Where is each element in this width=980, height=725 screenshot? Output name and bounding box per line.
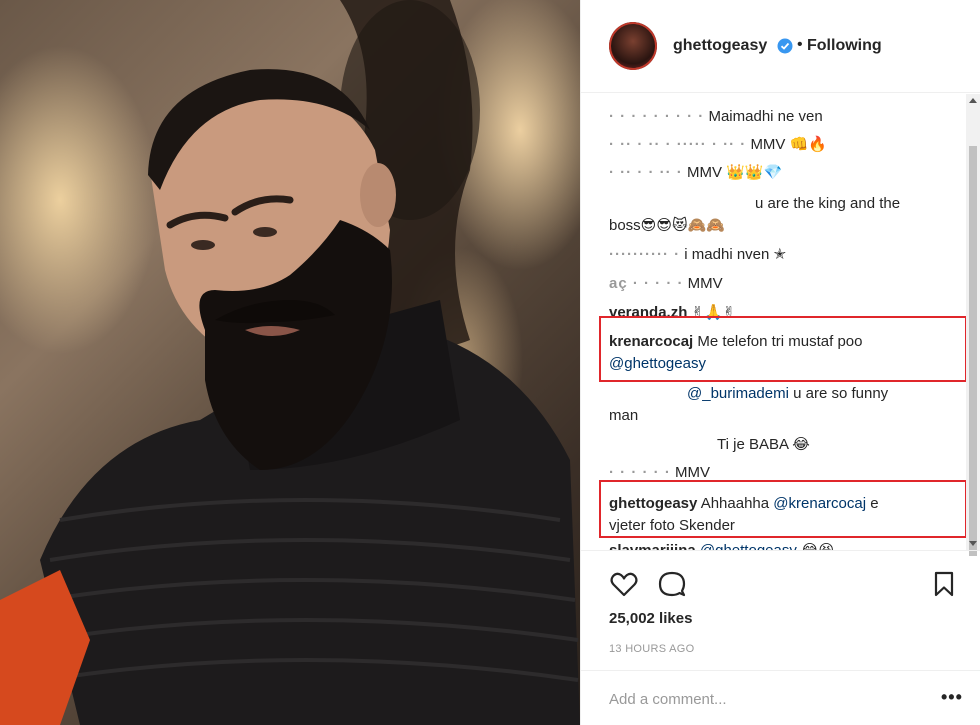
comment-text: i madhi nven ✭ bbox=[684, 246, 787, 263]
scroll-down-arrow-icon[interactable] bbox=[969, 541, 977, 546]
add-comment-input[interactable] bbox=[609, 687, 909, 711]
more-options-icon[interactable]: ••• bbox=[941, 687, 963, 708]
verified-badge-icon bbox=[777, 38, 793, 54]
comment-text-line2: boss😎😎😻🙈🙈 bbox=[609, 217, 725, 234]
comment-text: u are so funny bbox=[793, 385, 889, 402]
comment-text: Maimadhi ne ven bbox=[708, 108, 823, 125]
comment-text: 😂😆 bbox=[801, 542, 834, 550]
comment-item: aç · · · · · MMV bbox=[609, 273, 959, 295]
avatar-ring bbox=[609, 22, 657, 70]
comment-item: · · · · · · · · · Maimadhi ne ven bbox=[609, 106, 959, 128]
comment-item: u are the king and the boss😎😎😻🙈🙈 bbox=[609, 193, 959, 237]
comment-item: slavmarijina @ghettogeasy 😂😆 bbox=[609, 540, 959, 550]
separator-dot: • bbox=[797, 36, 803, 53]
comment-text: MMV 👑👑💎 bbox=[686, 164, 783, 181]
comment-text-after: e bbox=[870, 495, 879, 512]
avatar[interactable] bbox=[609, 22, 657, 70]
add-comment-bar: ••• bbox=[581, 670, 980, 725]
scroll-up-arrow-icon[interactable] bbox=[969, 98, 977, 103]
comment-username[interactable]: slavmarijina bbox=[609, 542, 696, 550]
comment-username[interactable]: aç · · · · · bbox=[609, 275, 684, 292]
post-username[interactable]: ghettogeasy bbox=[673, 37, 767, 55]
comment-item: · ·· · · ·· · MMV 👑👑💎 bbox=[609, 162, 959, 184]
instagram-post-window: ghettogeasy • Following · · · · · · · · … bbox=[0, 0, 980, 725]
comment-username[interactable]: krenarcocaj bbox=[609, 333, 693, 350]
comment-text: MMV 👊🔥 bbox=[750, 136, 827, 153]
comment-item: @_burimademi u are so funny man bbox=[609, 383, 959, 427]
following-button[interactable]: Following bbox=[807, 37, 882, 55]
likes-count[interactable]: 25,002 likes bbox=[609, 610, 692, 627]
comment-username[interactable]: · ·· · ·· · ····· · ·· · bbox=[609, 136, 746, 153]
comment-item: Ti je BABA 😂 bbox=[609, 434, 959, 456]
comment-mention[interactable]: @krenarcocaj bbox=[773, 495, 866, 512]
comment-text-line2: man bbox=[609, 407, 639, 424]
post-actions: 25,002 likes 13 HOURS AGO bbox=[581, 550, 980, 655]
comment-username[interactable]: ·········· · bbox=[609, 246, 680, 263]
comment-text: MMV bbox=[674, 464, 710, 481]
comment-text: Me telefon tri mustaf poo bbox=[697, 333, 863, 350]
post-photo[interactable] bbox=[0, 0, 580, 725]
photo-illustration bbox=[0, 0, 580, 725]
bookmark-icon[interactable] bbox=[929, 569, 959, 599]
comment-item-highlighted: ghettogeasy Ahhaahha @krenarcocaj e vjet… bbox=[609, 493, 959, 537]
comment-text-line2: vjeter foto Skender bbox=[609, 517, 735, 534]
comment-text: Ahhaahha bbox=[700, 495, 770, 512]
comment-item: · ·· · ·· · ····· · ·· · MMV 👊🔥 bbox=[609, 134, 959, 156]
comment-username[interactable]: · · · · · · · · · bbox=[609, 108, 704, 125]
comment-item-highlighted: krenarcocaj Me telefon tri mustaf poo @g… bbox=[609, 331, 959, 375]
post-header: ghettogeasy • Following bbox=[581, 0, 980, 93]
comment-bubble-icon[interactable] bbox=[657, 569, 687, 599]
comments-scrollbar[interactable] bbox=[966, 94, 980, 556]
comment-mention[interactable]: @_burimademi bbox=[609, 385, 789, 402]
comment-text: MMV bbox=[687, 275, 723, 292]
comment-username[interactable]: · · · · · · bbox=[609, 464, 671, 481]
comment-text: u are the king and the bbox=[755, 195, 901, 212]
comment-username[interactable]: ghettogeasy bbox=[609, 495, 697, 512]
post-timestamp[interactable]: 13 HOURS AGO bbox=[609, 643, 695, 655]
comments-list[interactable]: · · · · · · · · · Maimadhi ne ven · ·· ·… bbox=[581, 94, 980, 550]
comment-item: ·········· · i madhi nven ✭ bbox=[609, 244, 959, 266]
comment-mention[interactable]: @ghettogeasy bbox=[609, 355, 706, 372]
scrollbar-thumb[interactable] bbox=[969, 146, 977, 556]
comment-text: Ti je BABA 😂 bbox=[717, 436, 810, 453]
comment-username[interactable]: · ·· · · ·· · bbox=[609, 164, 683, 181]
comment-mention[interactable]: @ghettogeasy bbox=[700, 542, 797, 550]
heart-icon[interactable] bbox=[609, 569, 639, 599]
post-side-panel: ghettogeasy • Following · · · · · · · · … bbox=[580, 0, 980, 725]
